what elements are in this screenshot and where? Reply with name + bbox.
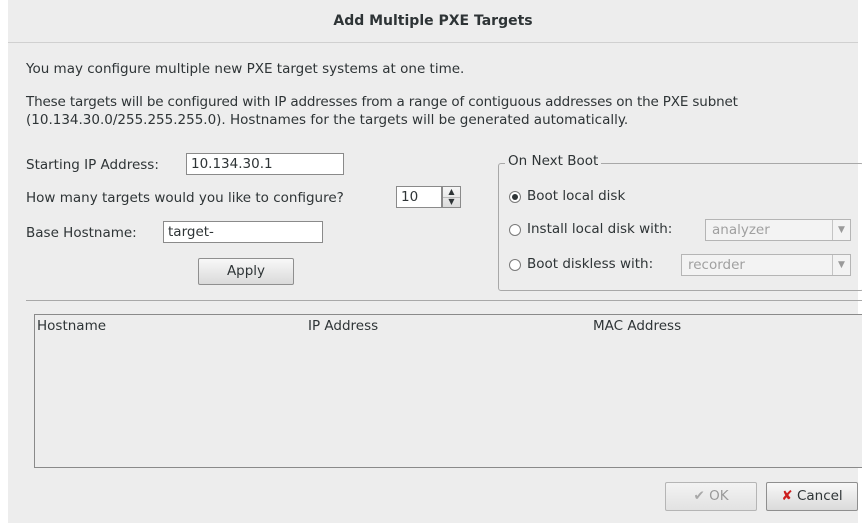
column-header-hostname[interactable]: Hostname xyxy=(37,318,106,334)
arrow-down-icon[interactable]: ▼ xyxy=(443,197,460,207)
add-pxe-targets-dialog: Add Multiple PXE Targets You may configu… xyxy=(8,0,862,523)
starting-ip-input[interactable] xyxy=(186,153,344,175)
column-header-mac-address[interactable]: MAC Address xyxy=(593,318,681,334)
target-count-spinner[interactable]: ▲ ▼ xyxy=(442,186,461,208)
boot-diskless-radio[interactable] xyxy=(509,259,521,271)
install-image-combo[interactable]: analyzer ▼ xyxy=(705,219,851,241)
intro-text: You may configure multiple new PXE targe… xyxy=(26,61,465,77)
title-separator xyxy=(8,42,858,43)
install-image-value: analyzer xyxy=(712,222,770,238)
description-line-2: (10.134.30.0/255.255.255.0). Hostnames f… xyxy=(26,112,629,128)
boot-local-disk-label: Boot local disk xyxy=(527,188,626,204)
install-local-disk-radio[interactable] xyxy=(509,224,521,236)
cancel-button[interactable]: ✘ Cancel xyxy=(766,482,858,511)
boot-local-disk-radio[interactable] xyxy=(509,191,521,203)
target-count-input[interactable] xyxy=(396,186,442,208)
targets-table[interactable]: Hostname IP Address MAC Address xyxy=(34,314,862,468)
chevron-down-icon: ▼ xyxy=(832,255,850,275)
base-hostname-input[interactable] xyxy=(163,221,323,243)
install-local-disk-label: Install local disk with: xyxy=(527,221,673,237)
ok-label: OK xyxy=(709,488,729,504)
red-x-icon: ✘ xyxy=(781,488,793,504)
ok-button[interactable]: ✔ OK xyxy=(665,482,757,511)
apply-button[interactable]: Apply xyxy=(198,258,294,285)
next-boot-frame-label: On Next Boot xyxy=(505,153,602,169)
apply-check-icon: ✔ xyxy=(693,488,705,504)
section-separator xyxy=(26,300,862,301)
description-line-1: These targets will be configured with IP… xyxy=(26,94,738,110)
column-header-ip-address[interactable]: IP Address xyxy=(308,318,378,334)
starting-ip-label: Starting IP Address: xyxy=(26,157,159,173)
cancel-label: Cancel xyxy=(796,488,843,504)
chevron-down-icon: ▼ xyxy=(832,220,850,240)
base-hostname-label: Base Hostname: xyxy=(26,225,137,241)
diskless-image-combo[interactable]: recorder ▼ xyxy=(681,254,851,276)
target-count-label: How many targets would you like to confi… xyxy=(26,190,344,206)
radio-selected-dot xyxy=(512,194,518,200)
boot-diskless-label: Boot diskless with: xyxy=(527,256,654,272)
diskless-image-value: recorder xyxy=(688,257,745,273)
dialog-title: Add Multiple PXE Targets xyxy=(333,13,533,29)
